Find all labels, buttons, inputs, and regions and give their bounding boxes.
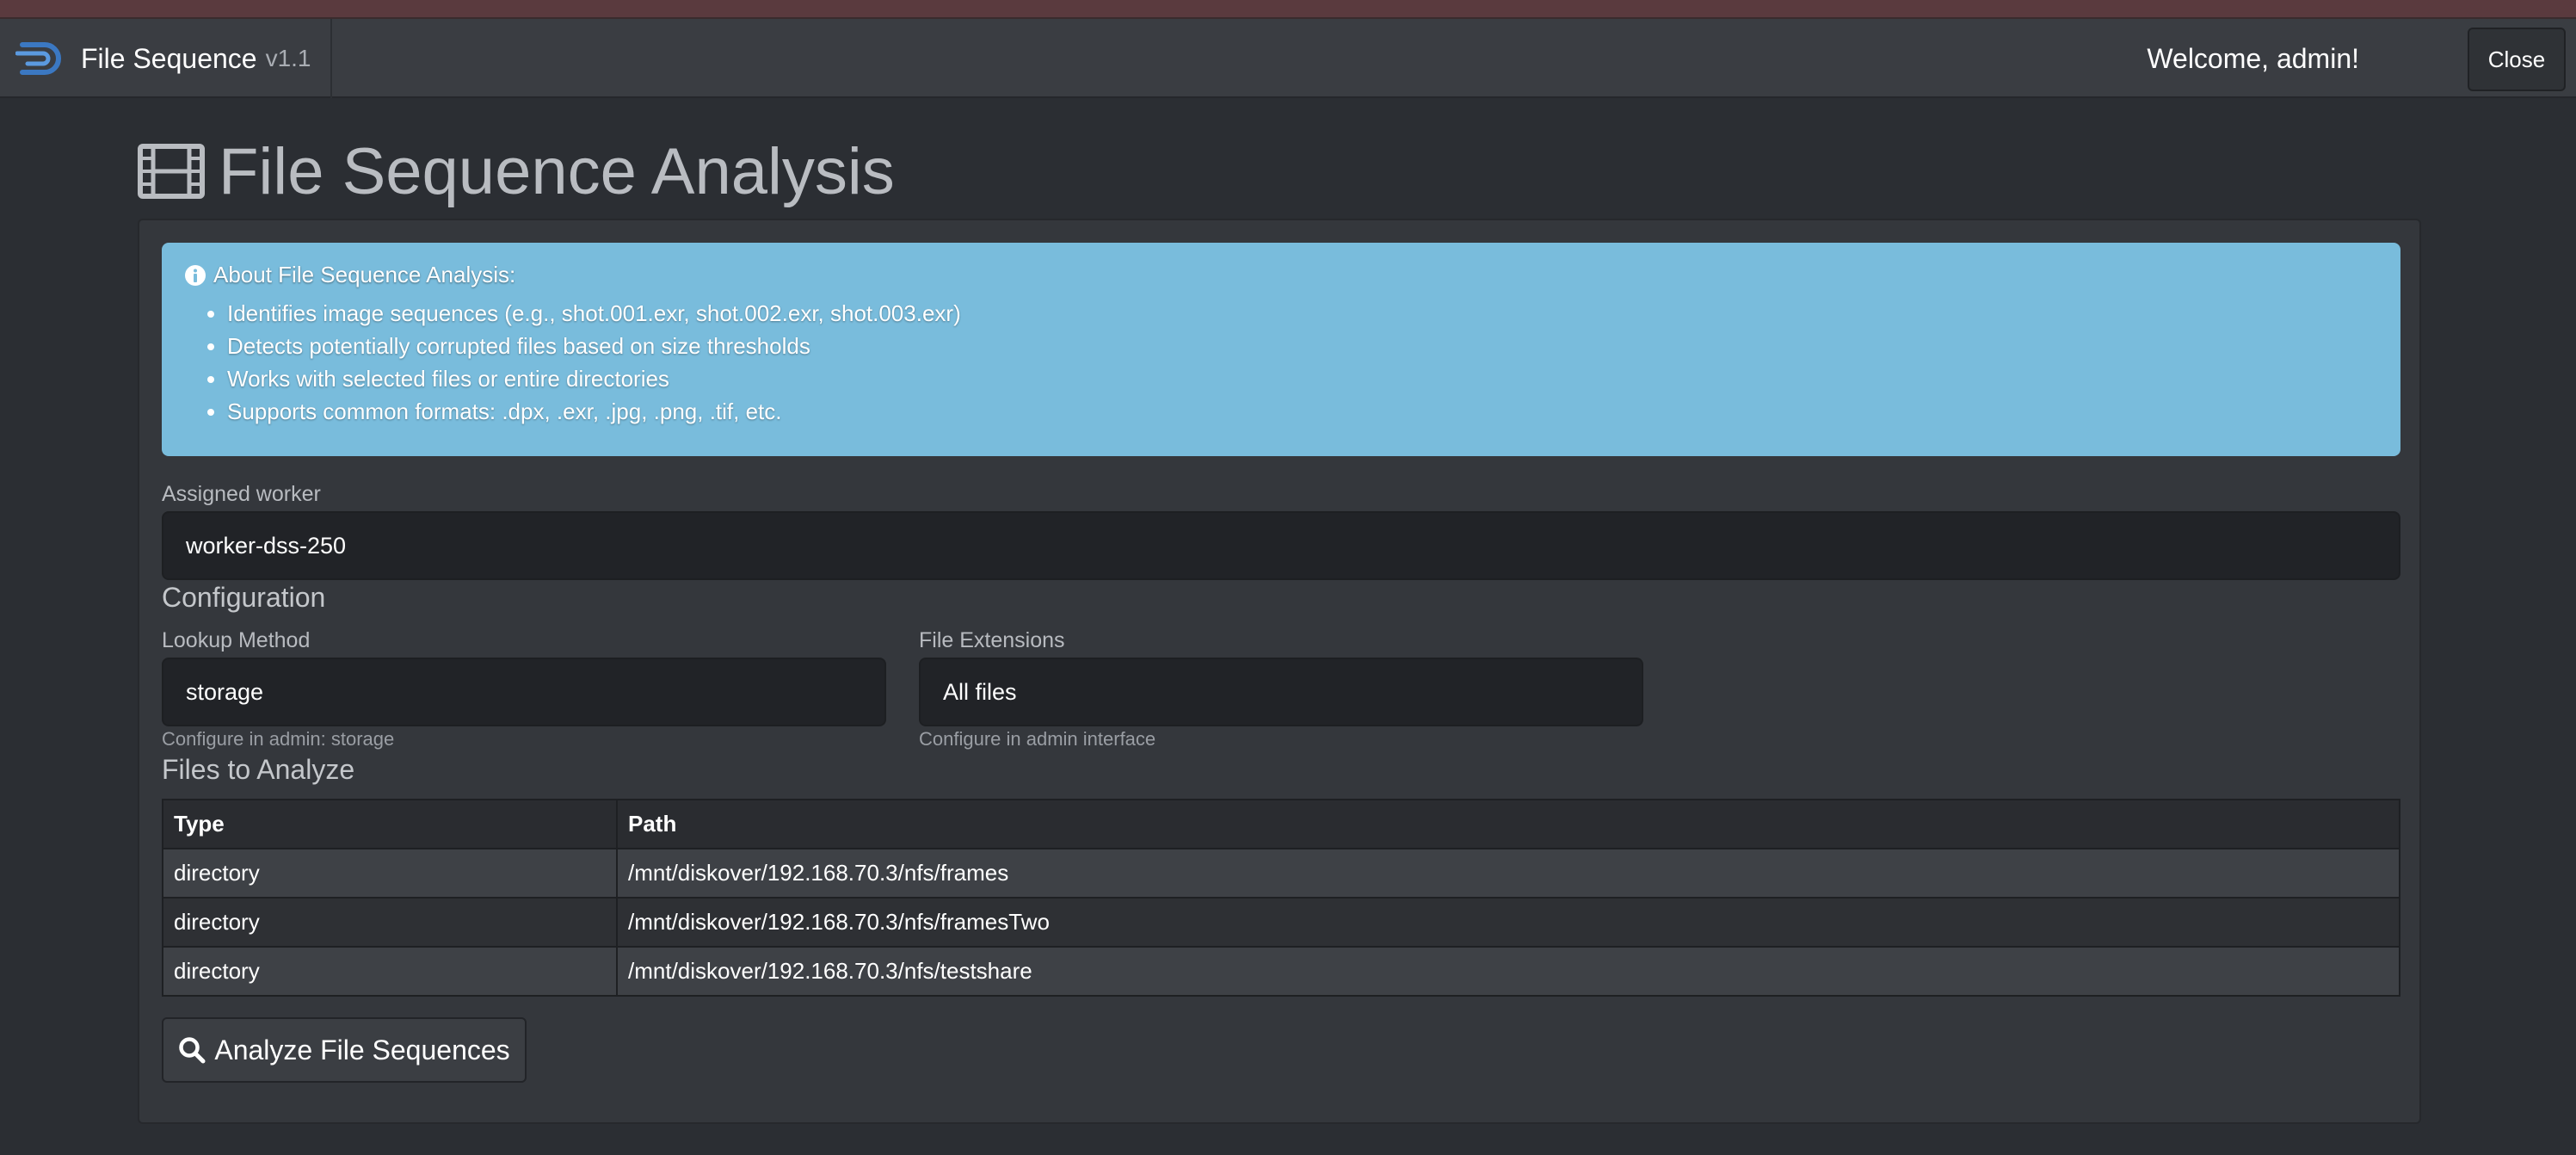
info-item: Supports common formats: .dpx, .exr, .jp… (227, 395, 2378, 428)
brand[interactable]: File Sequence v1.1 (15, 19, 332, 98)
analyze-file-sequences-button[interactable]: Analyze File Sequences (162, 1017, 527, 1083)
table-header-row: Type Path (162, 799, 2400, 849)
top-strip (0, 0, 2576, 19)
lookup-method-help: Configure in admin: storage (162, 728, 395, 750)
lookup-method-label: Lookup Method (162, 628, 311, 652)
top-navbar: File Sequence v1.1 Welcome, admin! Close (0, 19, 2576, 98)
worker-label: Assigned worker (162, 482, 321, 506)
file-extensions-help: Configure in admin interface (919, 728, 1156, 750)
welcome-text: Welcome, admin! (2147, 42, 2359, 74)
info-heading-text: About File Sequence Analysis: (213, 262, 516, 287)
info-item: Detects potentially corrupted files base… (227, 330, 2378, 362)
info-heading: About File Sequence Analysis: (184, 262, 2378, 288)
file-extensions-field[interactable]: All files (919, 658, 1643, 726)
info-item: Works with selected files or entire dire… (227, 362, 2378, 395)
film-icon (138, 144, 205, 199)
diskover-logo-icon (15, 42, 61, 75)
configuration-title: Configuration (162, 582, 326, 613)
app-name: File Sequence (81, 42, 257, 74)
cell-path: /mnt/diskover/192.168.70.3/nfs/framesTwo (616, 897, 2400, 948)
column-header-type: Type (162, 799, 618, 849)
table-row[interactable]: directory /mnt/diskover/192.168.70.3/nfs… (162, 946, 2400, 997)
close-button[interactable]: Close (2468, 28, 2566, 91)
search-icon (179, 1037, 206, 1064)
column-header-path: Path (616, 799, 2400, 849)
info-list: Identifies image sequences (e.g., shot.0… (184, 297, 2378, 428)
lookup-method-field[interactable]: storage (162, 658, 886, 726)
page-title: File Sequence Analysis (138, 131, 895, 212)
analysis-card: About File Sequence Analysis: Identifies… (138, 219, 2421, 1124)
table-row[interactable]: directory /mnt/diskover/192.168.70.3/nfs… (162, 897, 2400, 948)
cell-path: /mnt/diskover/192.168.70.3/nfs/testshare (616, 946, 2400, 997)
app-version: v1.1 (265, 45, 311, 71)
cell-path: /mnt/diskover/192.168.70.3/nfs/frames (616, 848, 2400, 899)
cell-type: directory (162, 897, 618, 948)
info-alert: About File Sequence Analysis: Identifies… (162, 243, 2400, 456)
page-title-text: File Sequence Analysis (219, 134, 895, 208)
files-table: Type Path directory /mnt/diskover/192.16… (162, 799, 2400, 997)
cell-type: directory (162, 848, 618, 899)
worker-field[interactable]: worker-dss-250 (162, 511, 2400, 580)
table-row[interactable]: directory /mnt/diskover/192.168.70.3/nfs… (162, 848, 2400, 899)
file-extensions-label: File Extensions (919, 628, 1065, 652)
info-item: Identifies image sequences (e.g., shot.0… (227, 297, 2378, 330)
info-circle-icon (185, 264, 206, 286)
analyze-button-label: Analyze File Sequences (214, 1034, 510, 1065)
cell-type: directory (162, 946, 618, 997)
files-to-analyze-title: Files to Analyze (162, 754, 355, 785)
